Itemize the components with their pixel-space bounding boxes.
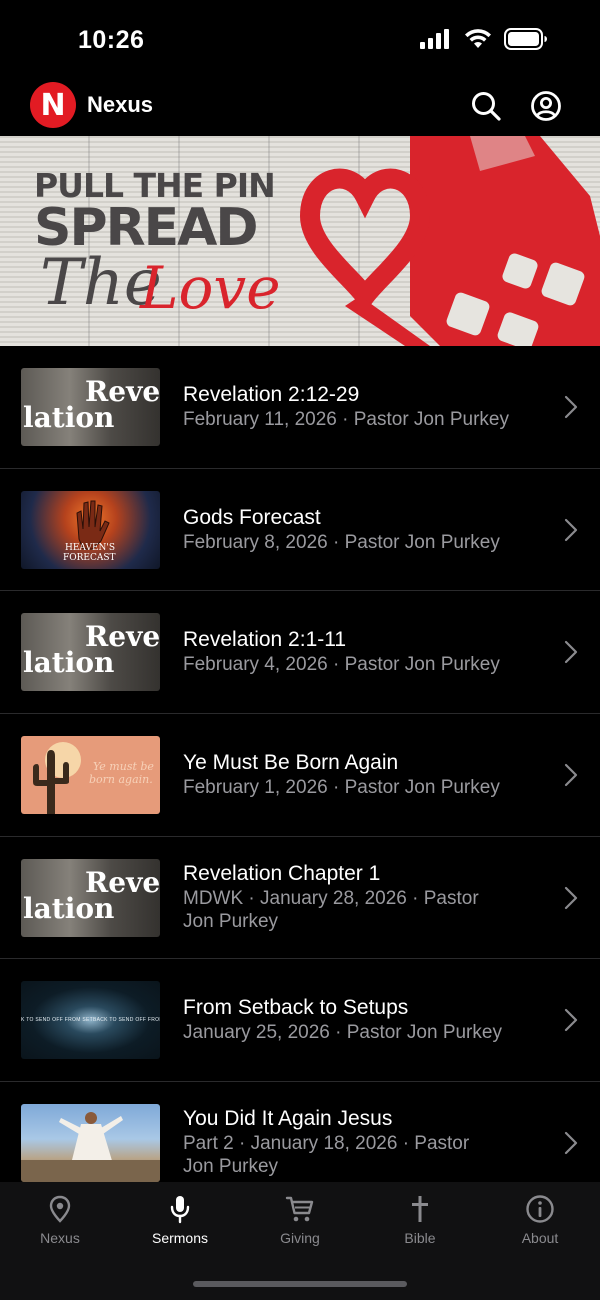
cross-icon: [412, 1196, 428, 1222]
sermon-title: Ye Must Be Born Again: [183, 751, 399, 775]
tab-label: Bible: [404, 1230, 436, 1246]
sermon-subtitle-line1: Part 2 · January 18, 2026 · Pastor: [183, 1133, 470, 1155]
sermon-title: From Setback to Setups: [183, 996, 409, 1020]
sermon-thumbnail: Reve lation: [21, 858, 160, 937]
home-indicator: [193, 1281, 407, 1287]
sermon-title: Revelation 2:12-29: [183, 383, 360, 406]
status-bar: 10:26: [0, 0, 600, 82]
sermon-subtitle: February 4, 2026 · Pastor Jon Purkey: [183, 654, 500, 676]
tab-label: About: [521, 1230, 559, 1246]
sermon-thumbnail: [21, 1104, 160, 1183]
wifi-icon: [465, 29, 491, 48]
chevron-right-icon: [564, 518, 578, 541]
thumb-text-1: HEAVEN'S: [65, 542, 116, 553]
sermon-text: Revelation Chapter 1 MDWK · January 28, …: [183, 861, 530, 933]
microphone-icon: [170, 1196, 190, 1224]
sermon-row[interactable]: Reve lation Revelation Chapter 1 MDWK · …: [0, 837, 600, 960]
sermon-text: Gods Forecast February 8, 2026 · Pastor …: [183, 505, 530, 554]
battery-icon: [504, 28, 547, 50]
sermon-text: Ye Must Be Born Again February 1, 2026 ·…: [183, 750, 530, 799]
sermon-subtitle-line1: MDWK · January 28, 2026 · Pastor: [183, 887, 479, 909]
tab-about[interactable]: About: [480, 1194, 600, 1246]
sermon-subtitle-line2: Jon Purkey: [183, 1156, 279, 1178]
sermon-row[interactable]: HEAVEN'S FORECAST Gods Forecast February…: [0, 469, 600, 592]
tab-label: Sermons: [151, 1230, 209, 1246]
location-pin-icon: [49, 1195, 71, 1223]
tab-label: Giving: [280, 1230, 320, 1246]
sermon-thumbnail: Ye must be born again.: [21, 736, 160, 815]
chevron-right-icon: [564, 763, 578, 787]
sermon-title: Revelation 2:1-11: [183, 628, 347, 652]
sermon-row[interactable]: Reve lation Revelation 2:12-29 February …: [0, 346, 600, 469]
app-title: Nexus: [87, 92, 154, 117]
thumb-text-1: Ye must be: [93, 760, 154, 774]
thumb-title-bottom: lation: [23, 401, 115, 434]
status-icons: [420, 28, 548, 50]
sermon-thumbnail: K TO SEND OFF FROM SETBACK TO SEND OFF F…: [21, 981, 160, 1060]
thumb-title-bottom: lation: [23, 646, 115, 680]
tab-bible[interactable]: Bible: [360, 1194, 480, 1246]
featured-banner[interactable]: PULL THE PIN SPREAD The Love: [0, 136, 600, 346]
sermon-thumbnail: HEAVEN'S FORECAST: [21, 490, 160, 569]
sermon-title: Gods Forecast: [183, 505, 321, 529]
chevron-right-icon: [564, 886, 578, 909]
info-icon: [526, 1195, 554, 1223]
tab-sermons[interactable]: Sermons: [120, 1194, 240, 1246]
sermon-text: From Setback to Setups January 25, 2026 …: [183, 995, 530, 1044]
app-header: N Nexus: [0, 82, 600, 136]
chevron-right-icon: [564, 395, 578, 418]
sermon-thumbnail: Reve lation: [21, 613, 160, 692]
figure-graphic: [21, 1112, 160, 1183]
sermon-text: You Did It Again Jesus Part 2 · January …: [183, 1106, 530, 1178]
sermon-title: Revelation Chapter 1: [183, 861, 381, 885]
sermon-subtitle: January 25, 2026 · Pastor Jon Purkey: [183, 1022, 502, 1044]
app-logo[interactable]: N: [30, 82, 76, 128]
chevron-right-icon: [564, 1009, 578, 1032]
sermon-subtitle-line2: Jon Purkey: [183, 910, 279, 932]
sermon-title: You Did It Again Jesus: [183, 1107, 393, 1131]
account-icon[interactable]: [530, 90, 562, 122]
banner-script-love: Love: [140, 254, 281, 322]
chevron-right-icon: [564, 641, 578, 664]
sermon-subtitle: February 8, 2026 · Pastor Jon Purkey: [183, 531, 500, 553]
sermon-thumbnail: Reve lation: [21, 368, 160, 446]
sermon-row[interactable]: K TO SEND OFF FROM SETBACK TO SEND OFF F…: [0, 959, 600, 1083]
sermon-subtitle: February 1, 2026 · Pastor Jon Purkey: [183, 777, 500, 799]
sermon-text: Revelation 2:12-29 February 11, 2026 · P…: [183, 382, 530, 431]
cart-icon: [285, 1196, 314, 1222]
thumb-text-2: FORECAST: [63, 552, 116, 563]
status-time: 10:26: [78, 26, 145, 54]
heart-grenade-graphic: [299, 136, 600, 346]
sermon-row[interactable]: Reve lation Revelation 2:1-11 February 4…: [0, 591, 600, 715]
search-icon[interactable]: [470, 90, 502, 122]
signal-icon: [420, 29, 449, 49]
tab-giving[interactable]: Giving: [240, 1194, 360, 1246]
sermon-list: Reve lation Revelation 2:12-29 February …: [0, 346, 600, 1205]
chevron-right-icon: [564, 1132, 578, 1155]
thumb-title-bottom: lation: [23, 891, 115, 925]
tab-nexus[interactable]: Nexus: [0, 1194, 120, 1246]
sermon-row[interactable]: Ye must be born again. Ye Must Be Born A…: [0, 714, 600, 837]
thumb-text-1: K TO SEND OFF FROM SETBACK TO SEND OFF F…: [21, 1017, 160, 1024]
thumb-text-2: born again.: [89, 773, 153, 787]
sermon-text: Revelation 2:1-11 February 4, 2026 · Pas…: [183, 627, 530, 676]
logo-letter: N: [40, 87, 66, 123]
tab-label: Nexus: [40, 1230, 80, 1246]
sermon-subtitle: February 11, 2026 · Pastor Jon Purkey: [183, 409, 509, 430]
